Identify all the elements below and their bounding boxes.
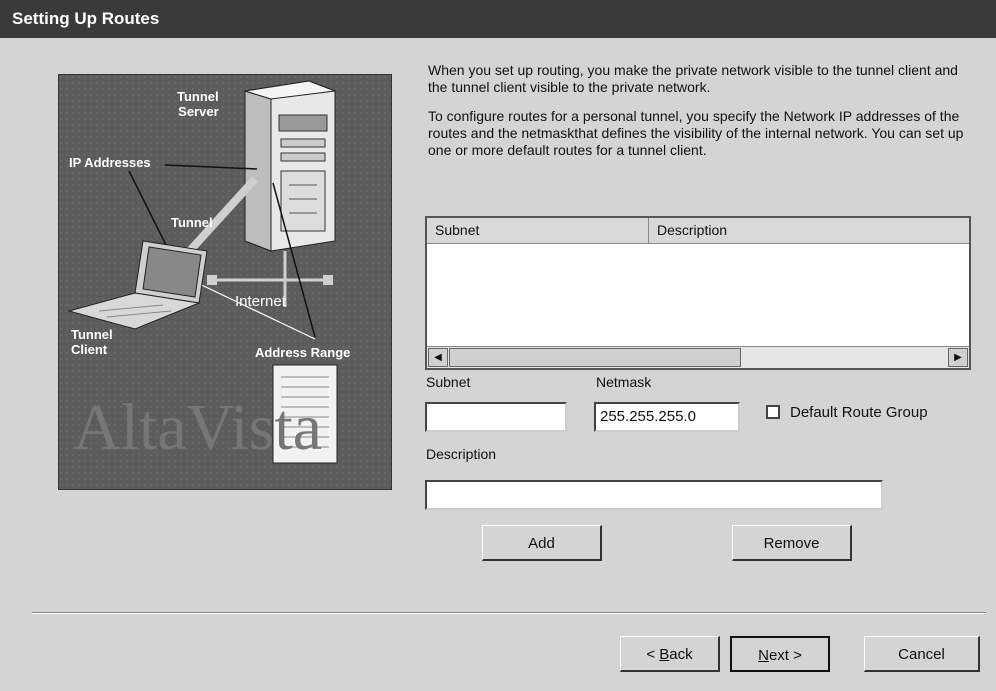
add-button[interactable]: Add	[482, 525, 602, 561]
column-header-subnet[interactable]: Subnet	[427, 218, 649, 243]
subnet-label: Subnet	[426, 374, 471, 390]
network-illustration: AltaVista Tunnel Server IP Addresses Tun…	[58, 74, 392, 490]
scroll-right-icon[interactable]: ▶	[948, 348, 968, 367]
default-route-checkbox[interactable]	[766, 405, 780, 419]
intro-paragraph-1: When you set up routing, you make the pr…	[428, 62, 958, 95]
window-title: Setting Up Routes	[0, 0, 996, 38]
tunnel-server-label: Tunnel Server	[177, 89, 219, 119]
default-route-label: Default Route Group	[790, 404, 928, 421]
tunnel-client-label: Tunnel Client	[71, 327, 113, 357]
intro-text: When you set up routing, you make the pr…	[428, 62, 976, 171]
subnet-input[interactable]	[425, 402, 567, 432]
horizontal-scrollbar[interactable]: ◀ ▶	[427, 346, 969, 368]
next-button[interactable]: Next >	[730, 636, 830, 672]
back-button[interactable]: < Back	[620, 636, 720, 672]
column-header-description[interactable]: Description	[649, 218, 971, 243]
footer-divider	[32, 612, 986, 614]
remove-button[interactable]: Remove	[732, 525, 852, 561]
netmask-input[interactable]: 255.255.255.0	[594, 402, 740, 432]
ip-addresses-label: IP Addresses	[69, 155, 151, 170]
address-range-label: Address Range	[255, 345, 351, 360]
routes-list-header: Subnet Description	[427, 218, 969, 244]
illustration-graphic: AltaVista	[59, 75, 391, 489]
altavista-watermark: AltaVista	[73, 391, 322, 464]
scroll-left-icon[interactable]: ◀	[428, 348, 448, 367]
description-input[interactable]	[425, 480, 883, 510]
description-label: Description	[426, 446, 497, 462]
netmask-label: Netmask	[596, 374, 652, 390]
routes-list[interactable]: Subnet Description ◀ ▶	[425, 216, 971, 370]
internet-label: Internet	[235, 293, 286, 310]
scrollbar-thumb[interactable]	[449, 348, 741, 367]
tunnel-label: Tunnel	[171, 215, 213, 230]
server-icon	[244, 80, 336, 252]
intro-paragraph-2: To configure routes for a personal tunne…	[428, 108, 964, 158]
cancel-button[interactable]: Cancel	[864, 636, 980, 672]
